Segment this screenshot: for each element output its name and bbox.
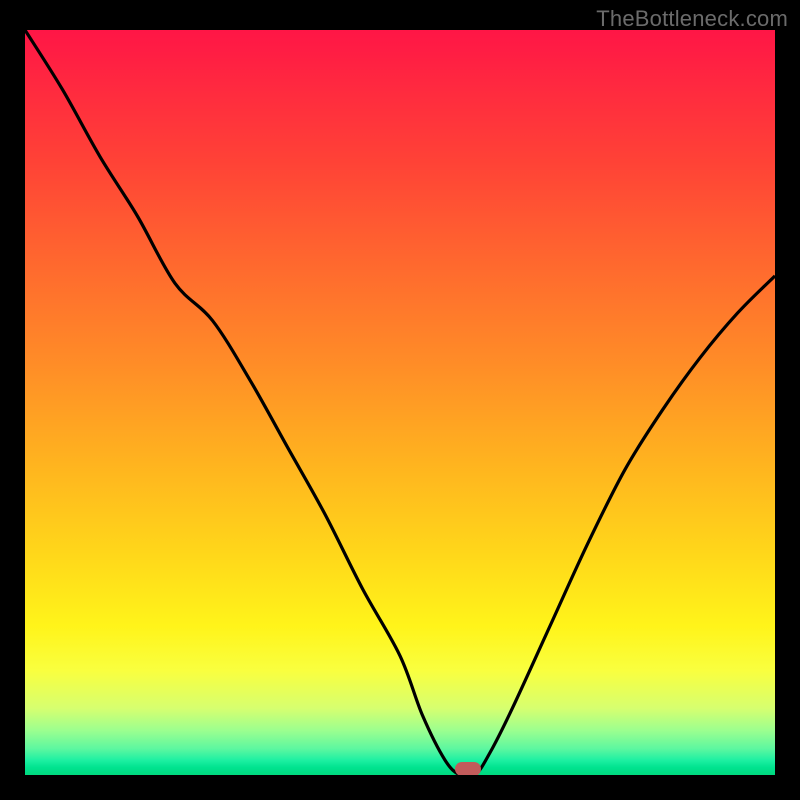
watermark-label: TheBottleneck.com — [596, 6, 788, 32]
curve-path — [25, 30, 775, 775]
bottleneck-curve — [25, 30, 775, 775]
minimum-bottleneck-marker — [455, 762, 481, 775]
plot-area — [25, 30, 775, 775]
chart-frame: TheBottleneck.com — [0, 0, 800, 800]
